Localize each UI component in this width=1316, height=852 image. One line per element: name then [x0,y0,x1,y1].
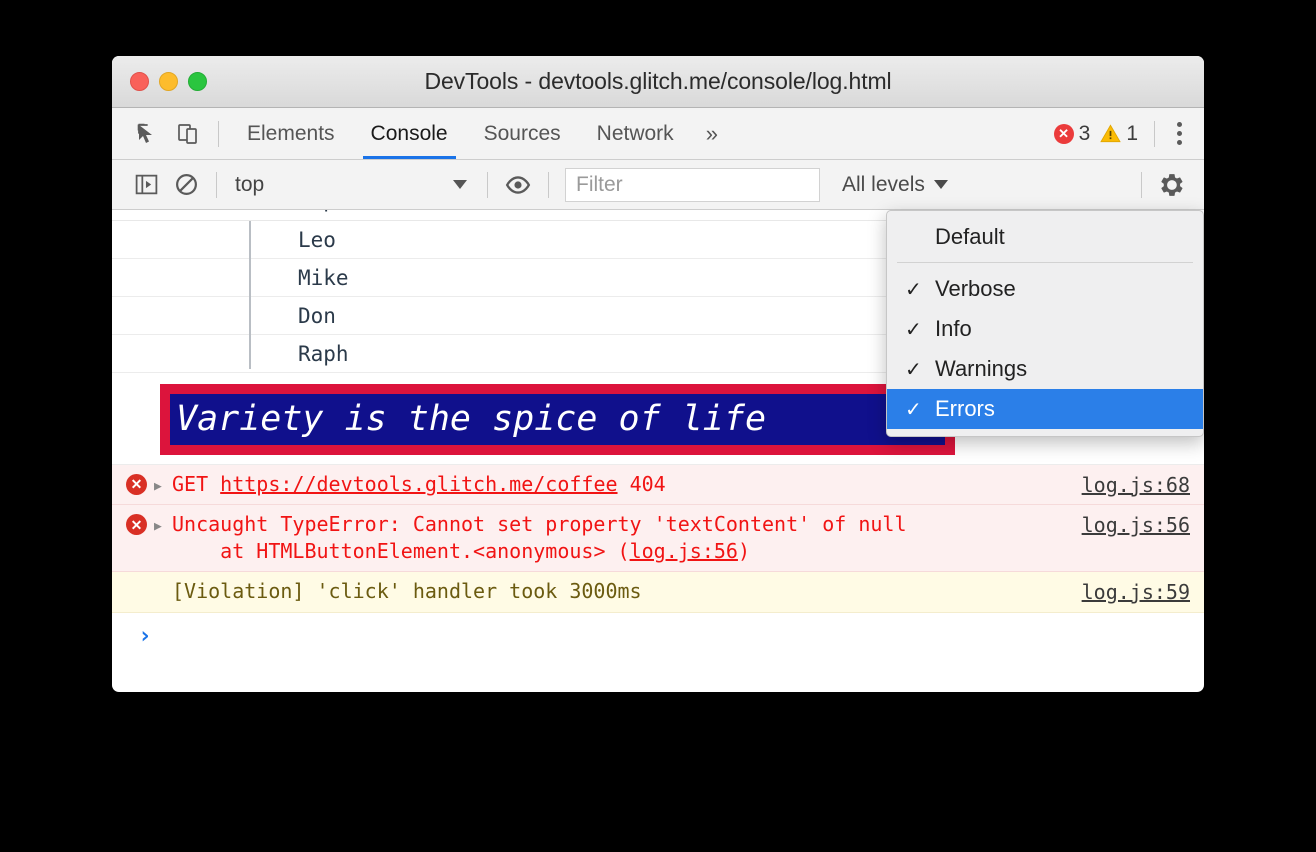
menu-item-label: Verbose [935,276,1016,301]
settings-gear-icon[interactable] [1152,165,1192,205]
status-divider [1154,120,1155,147]
menu-item-warnings[interactable]: ✓ Warnings [887,349,1203,389]
toolbar-divider-4 [1141,171,1142,198]
more-tabs-icon[interactable]: » [692,121,732,147]
error-message-text: GET https://devtools.glitch.me/coffee 40… [172,471,1066,498]
group-name-label: Raph [298,341,349,366]
message-part: Uncaught TypeError: Cannot set property … [172,512,907,564]
devtools-tabbar: Elements Console Sources Network » ✕ 3 1 [112,108,1204,160]
error-message-text: Uncaught TypeError: Cannot set property … [172,511,1066,565]
minimize-window-button[interactable] [159,72,178,91]
javascript-context-selector[interactable]: top [227,173,477,197]
tab-sources[interactable]: Sources [466,108,579,159]
check-icon: ✓ [905,278,922,301]
check-icon: ✓ [905,318,922,341]
close-window-button[interactable] [130,72,149,91]
message-part: ) [737,539,750,564]
toolbar-divider-2 [487,171,488,198]
message-link[interactable]: https://devtools.glitch.me/coffee [220,472,617,496]
menu-divider [897,262,1193,263]
check-icon: ✓ [905,398,922,421]
toolbar-divider-3 [548,171,549,198]
message-part: GET [172,471,221,496]
tab-sources-label: Sources [483,121,561,145]
tab-console[interactable]: Console [353,108,466,159]
warning-count-label: 1 [1126,121,1138,145]
error-icon: ✕ [126,471,154,495]
tab-network[interactable]: Network [579,108,692,159]
error-count-label: 3 [1078,121,1091,145]
menu-item-verbose[interactable]: ✓ Verbose [887,269,1203,309]
source-link[interactable]: log.js:56 [1082,511,1190,539]
panel-tabs: Elements Console Sources Network » [229,108,732,159]
expand-arrow-icon[interactable]: ▶ [154,471,172,495]
log-level-dropdown-button[interactable]: All levels [842,173,948,197]
console-warning-message[interactable]: [Violation] 'click' handler took 3000ms … [112,572,1204,613]
menu-item-errors[interactable]: ✓ Errors [887,389,1203,429]
tab-elements-label: Elements [247,121,335,145]
chevron-down-icon [933,180,948,189]
console-error-message[interactable]: ✕ ▶ Uncaught TypeError: Cannot set prope… [112,505,1204,573]
message-link[interactable]: log.js:56 [630,539,738,563]
window-title: DevTools - devtools.glitch.me/console/lo… [424,68,892,94]
maximize-window-button[interactable] [188,72,207,91]
toolbar-divider-1 [216,171,217,198]
warning-message-text: [Violation] 'click' handler took 3000ms [172,579,642,604]
window-titlebar: DevTools - devtools.glitch.me/console/lo… [112,56,1204,108]
filter-input[interactable]: Filter [565,167,820,202]
create-live-expression-icon[interactable] [498,165,538,205]
console-error-message[interactable]: ✕ ▶ GET https://devtools.glitch.me/coffe… [112,464,1204,506]
kebab-menu-icon[interactable] [1167,122,1192,145]
console-prompt[interactable]: › [112,613,1204,642]
tab-console-label: Console [370,121,448,145]
log-level-menu[interactable]: Default ✓ Verbose ✓ Info ✓ Warnings ✓ Er… [886,210,1204,437]
log-level-label: All levels [842,172,925,196]
tabbar-divider [218,120,219,147]
source-link[interactable]: log.js:68 [1082,471,1190,499]
prompt-chevron-icon: › [138,622,152,642]
tab-network-label: Network [596,121,674,145]
check-icon: ✓ [905,358,922,381]
message-part: 404 [617,471,666,496]
group-indent-line [249,221,251,369]
menu-item-label: Default [935,224,1005,249]
console-toolbar: top Filter All levels [112,160,1204,210]
warning-icon [1100,124,1122,143]
menu-item-label: Errors [935,396,995,421]
device-toolbar-icon[interactable] [168,114,208,154]
menu-item-info[interactable]: ✓ Info [887,309,1203,349]
console-sidebar-icon[interactable] [126,165,166,205]
group-name-label: Mike [298,265,349,290]
error-icon: ✕ [126,511,154,536]
error-icon: ✕ [1053,123,1074,144]
menu-item-label: Info [935,316,972,341]
group-name-label: Leo [298,227,336,252]
screenshot-root: DevTools - devtools.glitch.me/console/lo… [0,0,1316,852]
warning-count-badge[interactable]: 1 [1100,122,1138,146]
menu-item-label: Warnings [935,356,1028,381]
chevron-down-icon [453,180,467,189]
expand-arrow-icon[interactable]: ▶ [154,511,172,535]
tabbar-status-area: ✕ 3 1 [1053,120,1192,147]
error-count-badge[interactable]: ✕ 3 [1053,121,1091,146]
styled-banner-border: Variety is the spice of life [160,384,955,455]
clear-console-icon[interactable] [166,165,206,205]
clipped-message-text: Raphael … [298,210,412,212]
menu-item-default[interactable]: Default [887,217,1203,257]
group-name-label: Don [298,303,336,328]
console-toolbar-right [1131,165,1192,205]
tab-elements[interactable]: Elements [229,108,353,159]
source-link[interactable]: log.js:59 [1082,578,1190,606]
inspect-element-icon[interactable] [128,114,168,154]
styled-banner-text: Variety is the spice of life [170,394,945,445]
context-label: top [235,172,265,196]
window-controls [112,72,207,91]
